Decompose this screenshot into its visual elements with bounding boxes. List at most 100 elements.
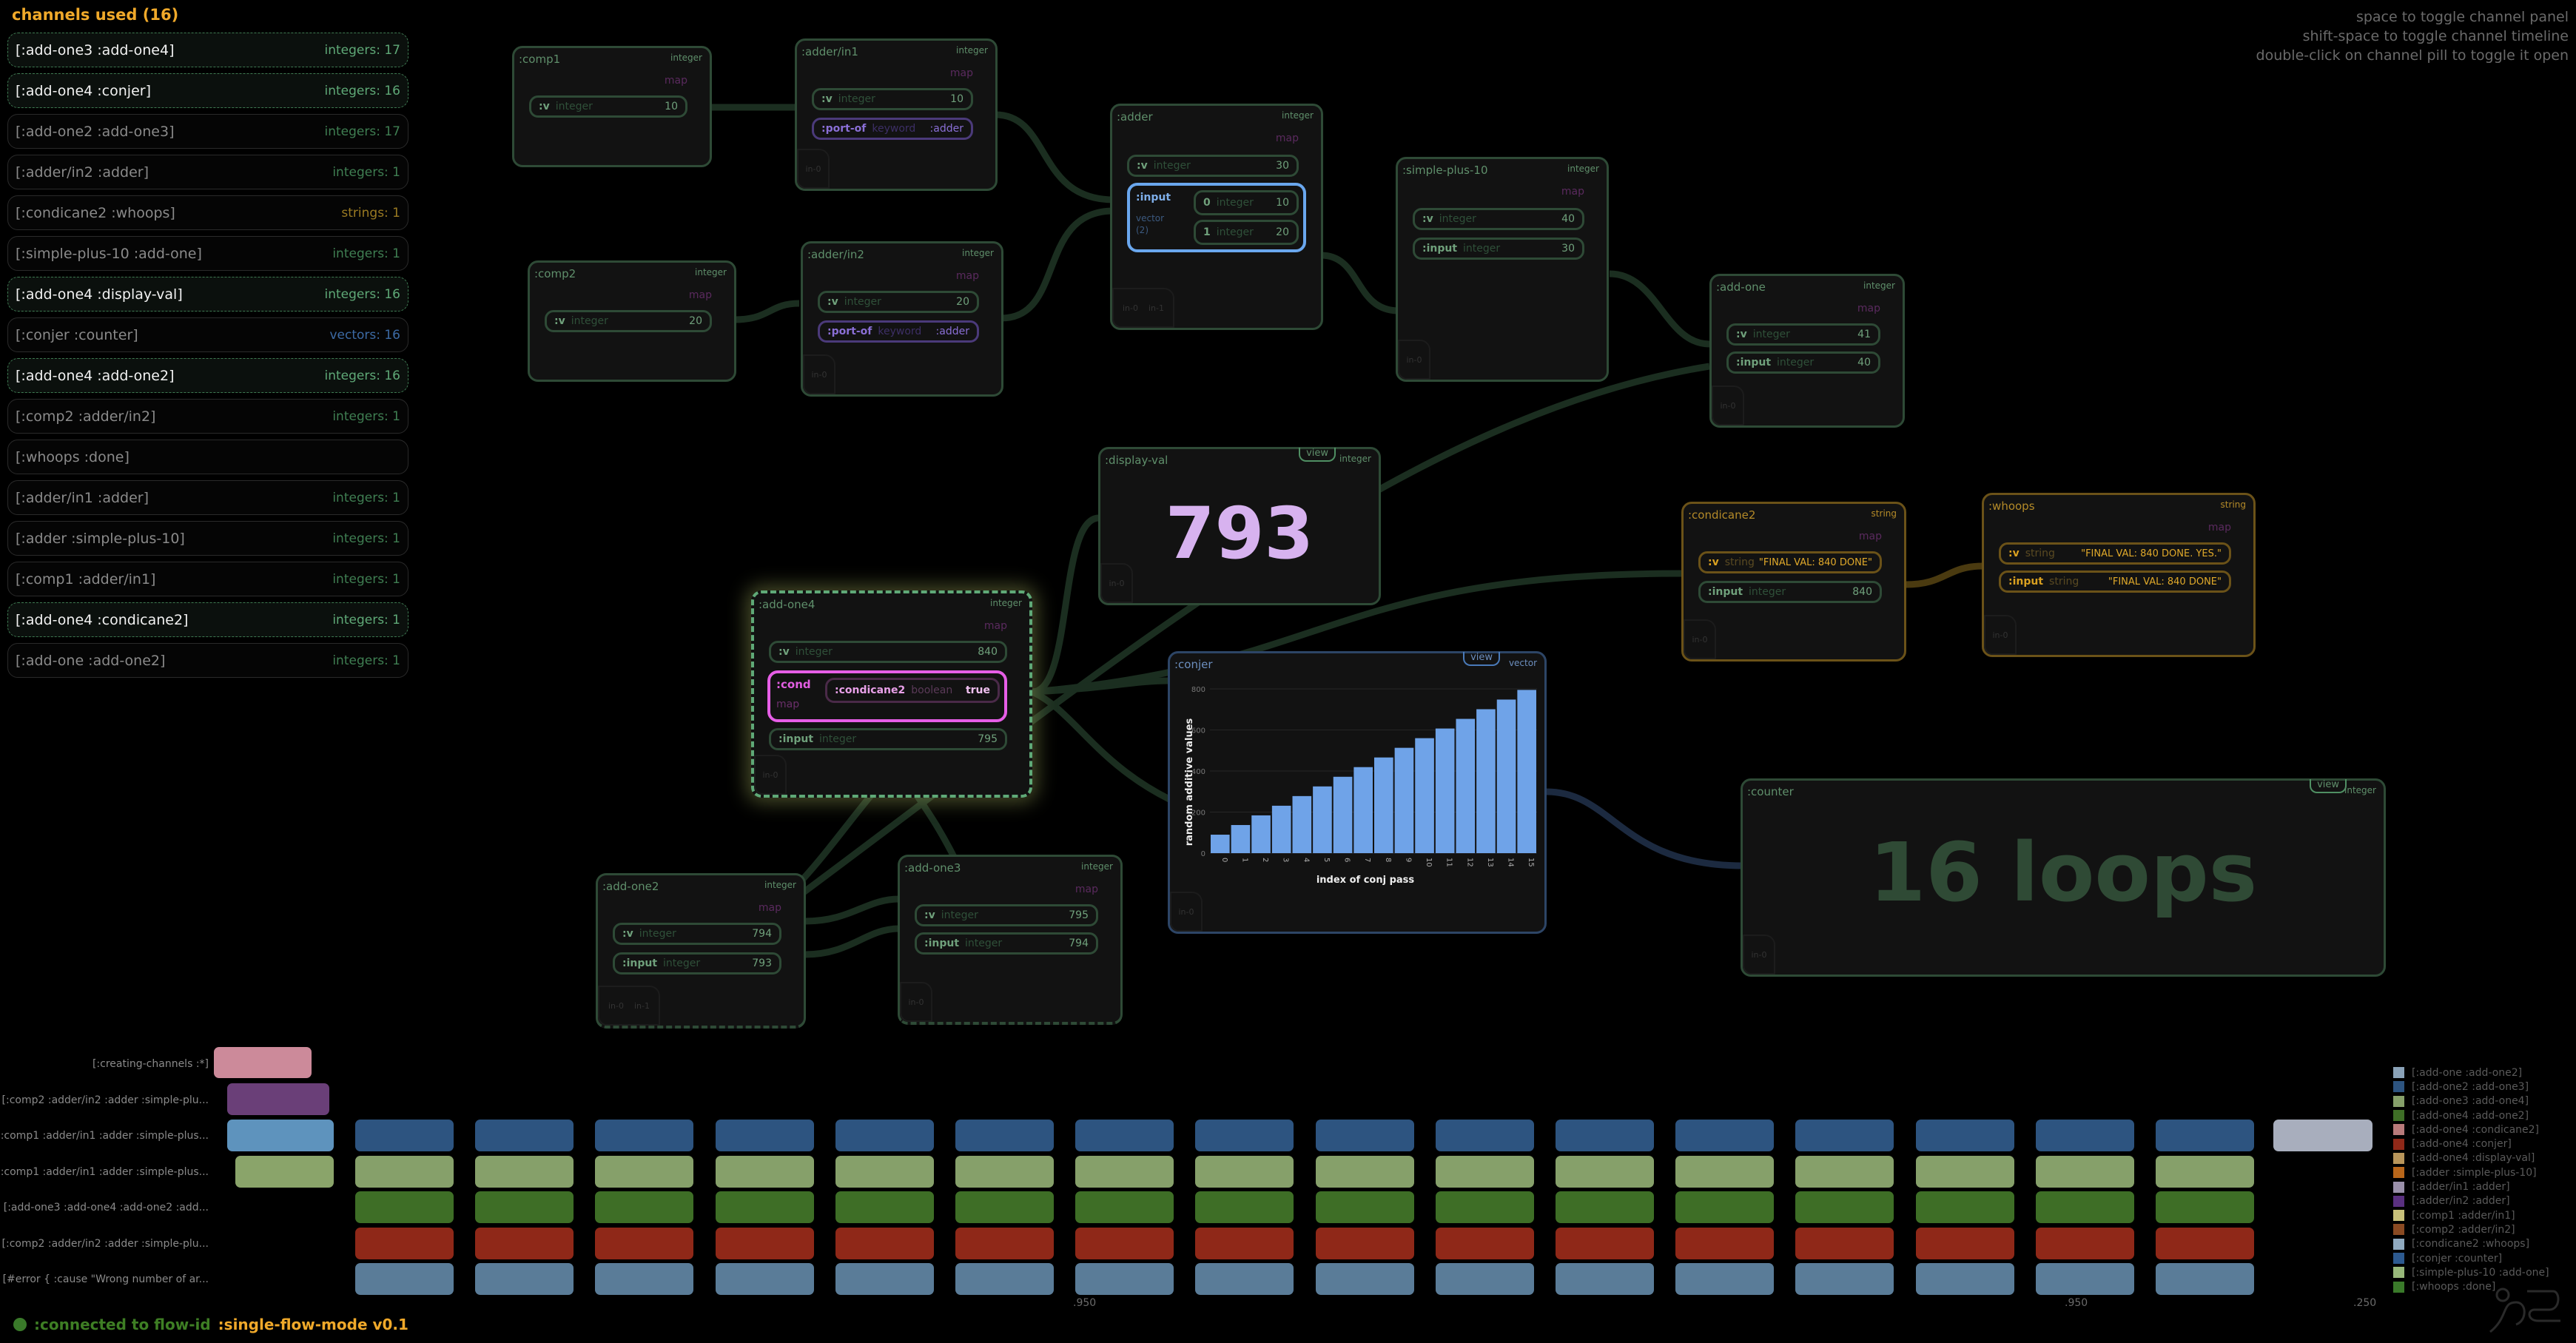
timeline-block[interactable] [1075, 1191, 1174, 1223]
timeline-block[interactable] [2035, 1263, 2134, 1295]
timeline-row-label[interactable]: [:creating-channels :*] [93, 1058, 209, 1070]
timeline-row-label[interactable]: [:comp2 :adder/in2 :adder :simple-plu... [2, 1238, 209, 1250]
input-port[interactable]: in-0 [608, 1001, 624, 1011]
timeline-row-label[interactable]: [:add-one3 :add-one4 :add-one2 :add... [4, 1202, 209, 1214]
cond-item[interactable]: :condicane2 boolean true [825, 678, 1000, 703]
timeline-row-label[interactable]: [:comp2 :adder/in2 :adder :simple-plu... [2, 1094, 209, 1106]
timeline-block[interactable] [1195, 1263, 1294, 1295]
timeline-block[interactable] [955, 1227, 1054, 1259]
timeline-block[interactable] [1195, 1155, 1294, 1188]
input-port[interactable]: in-1 [1149, 303, 1164, 313]
timeline-block[interactable] [1195, 1120, 1294, 1151]
timeline-block[interactable] [2035, 1191, 2134, 1223]
input-port[interactable]: in-1 [634, 1001, 650, 1011]
node-simple-plus-10[interactable]: :simple-plus-10 integer map :v integer 40 … [1396, 157, 1609, 382]
timeline-row-label[interactable]: [:comp1 :adder/in1 :adder :simple-plus..… [0, 1166, 209, 1178]
timeline-block[interactable] [355, 1120, 454, 1151]
timeline-block[interactable] [227, 1083, 329, 1115]
timeline-block[interactable] [1315, 1263, 1414, 1295]
field-v[interactable]: :v string "FINAL VAL: 840 DONE" [1698, 551, 1882, 573]
timeline-block[interactable] [2273, 1120, 2372, 1151]
timeline-block[interactable] [835, 1155, 934, 1188]
timeline-block[interactable] [1915, 1120, 2014, 1151]
input-port[interactable]: in-0 [900, 982, 932, 1022]
timeline-block[interactable] [235, 1156, 334, 1188]
chart-bar[interactable] [1251, 815, 1271, 853]
timeline-block[interactable] [1556, 1155, 1654, 1188]
channel-pill[interactable]: [:whoops :done] [7, 440, 408, 474]
timeline-block[interactable] [2035, 1155, 2134, 1188]
timeline-block[interactable] [715, 1155, 814, 1188]
timeline-block[interactable] [2035, 1120, 2134, 1151]
chart-bar[interactable] [1313, 786, 1332, 853]
node-add-one4[interactable]: :add-one4 integer map :v integer 840 :cond… [751, 590, 1032, 798]
field-v[interactable]: :v integer 30 [1127, 155, 1299, 177]
input-port[interactable]: in-0 [797, 149, 830, 189]
timeline-block[interactable] [1435, 1120, 1534, 1151]
timeline-block[interactable] [1195, 1227, 1294, 1259]
chart-bar[interactable] [1231, 824, 1251, 853]
timeline-block[interactable] [715, 1227, 814, 1259]
chart-bar[interactable] [1456, 718, 1476, 853]
node-adder-in1[interactable]: :adder/in1 integer map :v integer 10 :port… [795, 38, 998, 191]
input-ports[interactable]: in-0 in-1 [1112, 288, 1174, 328]
timeline-block[interactable] [1435, 1263, 1534, 1295]
field-v[interactable]: :v integer 794 [613, 923, 781, 945]
timeline-block[interactable] [1795, 1227, 1894, 1259]
field-input-vector[interactable]: :input vector (2) 0 integer 10 1 integer 20 [1127, 183, 1306, 252]
chart-bar[interactable] [1476, 709, 1496, 853]
input-port[interactable]: in-0 [1712, 386, 1744, 425]
timeline-block[interactable] [355, 1191, 454, 1223]
timeline-block[interactable] [955, 1120, 1054, 1151]
timeline-block[interactable] [2156, 1191, 2254, 1223]
chart-bar[interactable] [1435, 728, 1455, 853]
timeline-block[interactable] [1315, 1191, 1414, 1223]
channel-pill[interactable]: [:comp1 :adder/in1] integers: 1 [7, 562, 408, 596]
channel-pill[interactable]: [:add-one2 :add-one3] integers: 17 [7, 114, 408, 149]
chart-bar[interactable] [1496, 699, 1516, 853]
timeline-block[interactable] [1315, 1120, 1414, 1151]
timeline-block[interactable] [1915, 1227, 2014, 1259]
channel-pill[interactable]: [:conjer :counter] vectors: 16 [7, 317, 408, 352]
chart-bar[interactable] [1353, 767, 1373, 853]
timeline-block[interactable] [1075, 1227, 1174, 1259]
channel-pill[interactable]: [:add-one :add-one2] integers: 1 [7, 643, 408, 678]
timeline-block[interactable] [1795, 1263, 1894, 1295]
vector-item-0[interactable]: 0 integer 10 [1194, 190, 1299, 215]
channel-pill[interactable]: [:add-one4 :condicane2] integers: 1 [7, 602, 408, 637]
timeline-row-label[interactable]: [:comp1 :adder/in1 :adder :simple-plus..… [0, 1130, 209, 1142]
node-display-val[interactable]: :display-val view integer 793 in-0 [1098, 447, 1381, 605]
timeline-block[interactable] [2156, 1120, 2254, 1151]
input-port[interactable]: in-0 [1984, 615, 2017, 655]
timeline-block[interactable] [1795, 1120, 1894, 1151]
node-counter[interactable]: :counter view integer 16 loops in-0 [1741, 778, 2386, 977]
timeline-block[interactable] [1795, 1155, 1894, 1188]
chart-bar[interactable] [1271, 805, 1291, 853]
timeline-block[interactable] [2035, 1227, 2134, 1259]
field-v[interactable]: :v integer 20 [545, 310, 712, 332]
field-v[interactable]: :v integer 840 [769, 641, 1007, 663]
timeline-block[interactable] [2156, 1227, 2254, 1259]
field-v[interactable]: :v integer 795 [915, 904, 1098, 926]
input-ports[interactable]: in-0 in-1 [598, 986, 660, 1026]
timeline-block[interactable] [595, 1263, 694, 1295]
timeline-block[interactable] [355, 1263, 454, 1295]
timeline-block[interactable] [1915, 1191, 2014, 1223]
field-cond[interactable]: :cond map :condicane2 boolean true [767, 670, 1007, 722]
timeline-block[interactable] [1435, 1191, 1534, 1223]
timeline-block[interactable] [715, 1191, 814, 1223]
timeline-block[interactable] [1315, 1155, 1414, 1188]
node-conjer[interactable]: :conjer view vector 0 200 400 600 800 012345… [1168, 651, 1547, 934]
timeline-block[interactable] [715, 1263, 814, 1295]
chart-bar[interactable] [1292, 795, 1312, 853]
timeline-block[interactable] [1675, 1155, 1775, 1188]
timeline-block[interactable] [1435, 1155, 1534, 1188]
channel-pill[interactable]: [:adder/in2 :adder] integers: 1 [7, 155, 408, 189]
channel-pill[interactable]: [:condicane2 :whoops] strings: 1 [7, 195, 408, 230]
field-port-of[interactable]: :port-of keyword:adder [818, 320, 979, 343]
field-input[interactable]: :input integer 30 [1413, 238, 1584, 260]
timeline-block[interactable] [955, 1155, 1054, 1188]
timeline-block[interactable] [1915, 1263, 2014, 1295]
chart-bar[interactable] [1333, 776, 1353, 853]
channel-pill[interactable]: [:add-one4 :conjer] integers: 16 [7, 73, 408, 108]
